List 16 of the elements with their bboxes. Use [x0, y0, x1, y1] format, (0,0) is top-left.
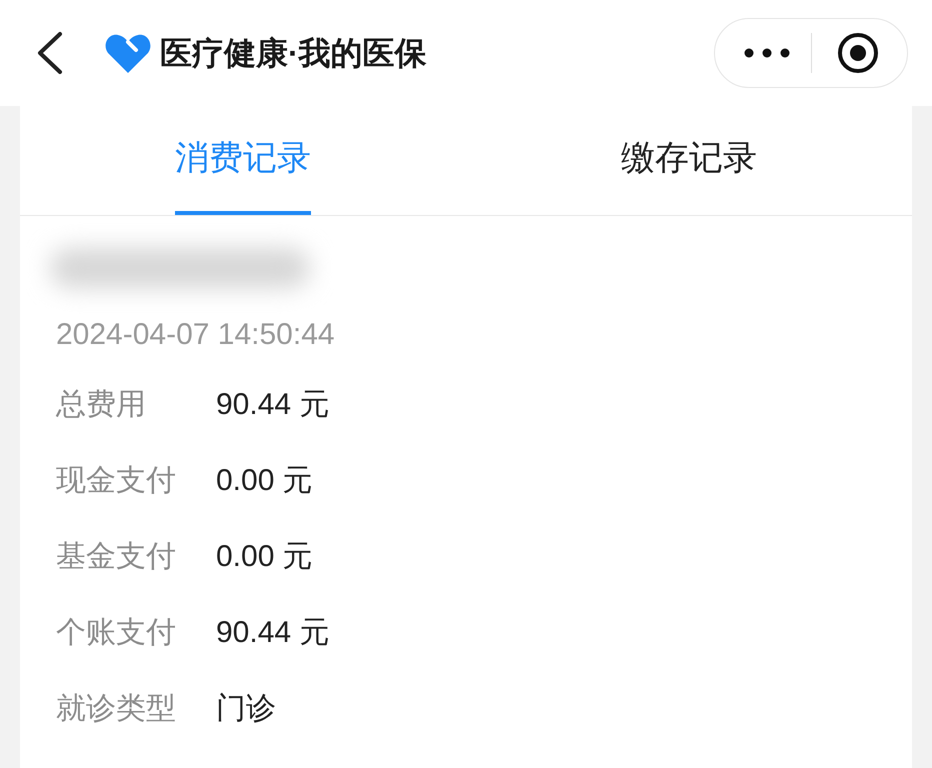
page-title: 医疗健康·我的医保	[160, 34, 427, 73]
field-label: 就诊类型	[56, 691, 177, 727]
field-value: 门诊	[216, 691, 276, 727]
tab[interactable]: 消费记录	[175, 106, 311, 215]
close-target-icon[interactable]	[836, 31, 880, 75]
field-label: 个账支付	[56, 615, 177, 651]
field-label: 总费用	[56, 387, 147, 423]
field-label: 现金支付	[56, 463, 177, 499]
field-value: 0.00 元	[216, 463, 313, 499]
tab[interactable]: 缴存记录	[621, 106, 757, 215]
record-datetime: 2024-04-07 14:50:44	[56, 317, 336, 353]
field-value: 0.00 元	[216, 539, 313, 575]
more-icon[interactable]	[743, 48, 791, 58]
field-label: 基金支付	[56, 539, 177, 575]
field-value: 90.44 元	[216, 387, 330, 423]
field-value: 90.44 元	[216, 615, 330, 651]
